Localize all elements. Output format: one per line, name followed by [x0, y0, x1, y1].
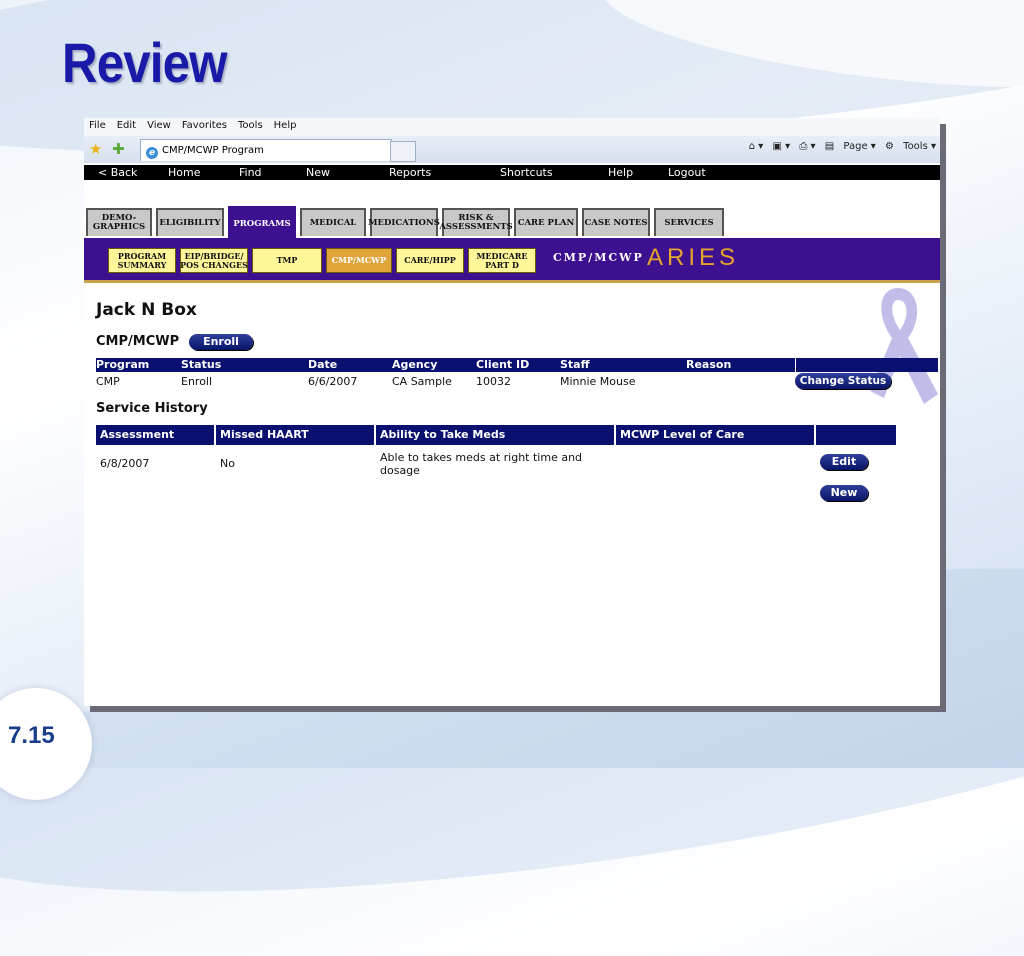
page-menu-label: Page — [843, 141, 868, 152]
client-name: Jack N Box — [96, 300, 197, 320]
new-button[interactable]: New — [820, 485, 868, 501]
tab-demographics[interactable]: DEMO- GRAPHICS — [86, 208, 152, 236]
col-date: Date — [308, 358, 338, 371]
cell-program: CMP — [96, 375, 120, 388]
tools-gear-icon[interactable]: ⚙ Tools ▾ — [885, 141, 936, 152]
cell-ability-to-take-meds: Able to takes meds at right time and dos… — [380, 451, 583, 477]
browser-toolbar: ★ ✚ e CMP/MCWP Program ⌂ ▾ ▣ ▾ ⎙ ▾ ▤ Page… — [84, 136, 940, 163]
cell-status: Enroll — [181, 375, 213, 388]
tab-medications[interactable]: MEDICATIONS — [368, 208, 440, 236]
cell-client-id: 10032 — [476, 375, 511, 388]
browser-tab[interactable]: e CMP/MCWP Program — [140, 139, 392, 161]
col-ability-to-take-meds: Ability to Take Meds — [380, 428, 506, 441]
tab-risk-assessments[interactable]: RISK & ASSESSMENTS — [439, 208, 513, 236]
program-brand-label: CMP/MCWP — [553, 251, 644, 264]
nav-reports[interactable]: Reports — [389, 165, 431, 180]
column-divider — [814, 425, 816, 445]
subtab-eip-bridge-pos[interactable]: EIP/BRIDGE/ POS CHANGES — [180, 248, 248, 273]
nav-new[interactable]: New — [306, 165, 330, 180]
tab-programs[interactable]: PROGRAMS — [228, 206, 296, 240]
feeds-icon[interactable]: ▣ ▾ — [773, 141, 791, 152]
column-divider — [795, 358, 796, 372]
col-program: Program — [96, 358, 150, 371]
tab-medical[interactable]: MEDICAL — [300, 208, 366, 236]
subtab-medicare-part-d[interactable]: MEDICARE PART D — [468, 248, 536, 273]
browser-tab-title: CMP/MCWP Program — [162, 145, 264, 156]
cell-missed-haart: No — [220, 457, 235, 470]
add-favorite-icon[interactable]: ✚ — [112, 140, 125, 158]
nav-back[interactable]: < Back — [98, 165, 137, 180]
favorites-star-icon[interactable]: ★ — [89, 140, 102, 158]
ie-page-icon: e — [146, 147, 158, 159]
menu-file[interactable]: File — [84, 118, 112, 131]
col-mcwp-level-of-care: MCWP Level of Care — [620, 428, 745, 441]
col-missed-haart: Missed HAART — [220, 428, 309, 441]
cell-staff: Minnie Mouse — [560, 375, 636, 388]
menu-view[interactable]: View — [142, 118, 177, 131]
enroll-button[interactable]: Enroll — [189, 334, 253, 350]
col-status: Status — [181, 358, 222, 371]
nav-help[interactable]: Help — [608, 165, 633, 180]
nav-home[interactable]: Home — [168, 165, 200, 180]
main-tab-bar: DEMO- GRAPHICS ELIGIBILITY PROGRAMS MEDI… — [84, 206, 940, 240]
edit-button[interactable]: Edit — [820, 454, 868, 470]
column-divider — [214, 425, 216, 445]
nav-shortcuts[interactable]: Shortcuts — [500, 165, 553, 180]
column-divider — [614, 425, 616, 445]
change-status-button[interactable]: Change Status — [795, 373, 891, 389]
subtab-care-hipp[interactable]: CARE/HIPP — [396, 248, 464, 273]
service-history-header: Assessment Missed HAART Ability to Take … — [96, 425, 896, 445]
browser-screenshot: File Edit View Favorites Tools Help ★ ✚ e CMP/… — [84, 118, 940, 706]
tools-menu-label: Tools — [903, 141, 928, 152]
menu-tools[interactable]: Tools — [233, 118, 269, 131]
new-tab-button[interactable] — [390, 141, 416, 162]
background-swoosh — [595, 0, 1024, 112]
menu-help[interactable]: Help — [269, 118, 303, 131]
slide-number: 7.15 — [8, 722, 55, 749]
col-client-id: Client ID — [476, 358, 530, 371]
browser-command-bar: ⌂ ▾ ▣ ▾ ⎙ ▾ ▤ Page ▾ ⚙ Tools ▾ — [743, 141, 936, 152]
tab-case-notes[interactable]: CASE NOTES — [582, 208, 650, 236]
program-section-title: CMP/MCWP — [96, 334, 180, 349]
page-icon[interactable]: ▤ Page ▾ — [825, 141, 876, 152]
col-assessment: Assessment — [100, 428, 175, 441]
menu-edit[interactable]: Edit — [112, 118, 142, 131]
col-agency: Agency — [392, 358, 438, 371]
app-nav-bar: < Back Home Find New Reports Shortcuts H… — [84, 165, 940, 180]
aries-logo: ARIES — [647, 244, 740, 271]
program-table-header: Program Status Date Agency Client ID Sta… — [96, 358, 938, 372]
print-icon[interactable]: ⎙ ▾ — [799, 141, 815, 152]
service-history-title: Service History — [96, 401, 208, 416]
subtab-program-summary[interactable]: PROGRAM SUMMARY — [108, 248, 176, 273]
subtab-cmp-mcwp[interactable]: CMP/MCWP — [326, 248, 392, 273]
browser-menubar: File Edit View Favorites Tools Help — [84, 118, 940, 136]
col-reason: Reason — [686, 358, 732, 371]
tab-services[interactable]: SERVICES — [654, 208, 724, 236]
home-icon[interactable]: ⌂ ▾ — [749, 141, 764, 152]
nav-logout[interactable]: Logout — [668, 165, 706, 180]
cell-date: 6/6/2007 — [308, 375, 358, 388]
tab-eligibility[interactable]: ELIGIBILITY — [156, 208, 224, 236]
program-sub-tab-bar: PROGRAM SUMMARY EIP/BRIDGE/ POS CHANGES … — [84, 238, 940, 283]
cell-agency: CA Sample — [392, 375, 452, 388]
subtab-tmp[interactable]: TMP — [252, 248, 322, 273]
menu-favorites[interactable]: Favorites — [177, 118, 233, 131]
col-staff: Staff — [560, 358, 590, 371]
nav-find[interactable]: Find — [239, 165, 262, 180]
slide-title: Review — [62, 31, 227, 94]
cell-assessment: 6/8/2007 — [100, 457, 150, 470]
column-divider — [374, 425, 376, 445]
tab-care-plan[interactable]: CARE PLAN — [514, 208, 578, 236]
